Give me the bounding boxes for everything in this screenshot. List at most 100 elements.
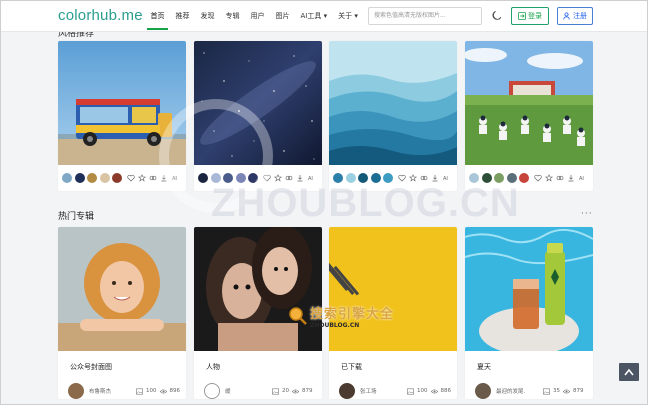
heart-icon[interactable] [397, 174, 406, 182]
recommend-card[interactable]: AI [194, 41, 322, 191]
star-icon[interactable] [273, 174, 282, 182]
color-swatch[interactable] [519, 173, 529, 183]
photo-yellow-brushes[interactable] [329, 227, 457, 351]
color-swatch[interactable] [481, 173, 492, 183]
color-swatch[interactable] [383, 173, 393, 183]
photo-blue-mountains[interactable] [329, 41, 457, 165]
nav-images[interactable]: 图片 [270, 1, 295, 32]
nav-home[interactable]: 首页 [145, 1, 170, 32]
album-card[interactable]: 夏天 最迎的发尾. 35 879 [465, 227, 593, 399]
heart-icon[interactable] [533, 174, 542, 182]
search-input[interactable]: 搜索色值高清无版权图片... [368, 7, 482, 25]
photo-summer-drinks[interactable] [465, 227, 593, 351]
ai-icon[interactable]: AI [442, 174, 450, 182]
link-icon[interactable] [149, 174, 157, 182]
color-swatch[interactable] [248, 173, 258, 183]
color-swatch[interactable] [87, 173, 97, 183]
user-plus-icon [563, 12, 570, 20]
nav-about[interactable]: 关于 ▾ [333, 1, 364, 32]
image-count: 35 [553, 388, 560, 394]
heart-icon[interactable] [262, 174, 271, 182]
album-user[interactable]: 布鲁斯杰 [89, 387, 133, 395]
album-title[interactable]: 已下载 [329, 351, 457, 377]
album-meta: 缓 20 879 [194, 377, 322, 399]
download-icon[interactable] [567, 174, 575, 182]
nav-recommend[interactable]: 推荐 [170, 1, 195, 32]
album-user[interactable]: 最迎的发尾. [496, 387, 540, 395]
star-icon[interactable] [544, 174, 553, 182]
download-icon[interactable] [296, 174, 304, 182]
login-icon [518, 12, 526, 20]
view-count: 886 [440, 388, 452, 394]
color-swatch[interactable] [112, 173, 122, 183]
back-to-top-button[interactable] [619, 363, 639, 381]
color-swatch[interactable] [494, 173, 504, 183]
photo-ice-cream-truck[interactable] [58, 41, 186, 165]
site-logo[interactable]: colorhub.me [58, 7, 143, 24]
color-swatches: AI [465, 165, 593, 191]
album-user[interactable]: 张工场 [360, 387, 404, 395]
avatar[interactable] [204, 383, 220, 399]
color-swatch[interactable] [74, 173, 85, 183]
photo-starry-sky[interactable] [194, 41, 322, 165]
color-swatch[interactable] [62, 173, 72, 183]
color-swatch[interactable] [223, 173, 233, 183]
color-swatch[interactable] [358, 173, 368, 183]
color-swatch[interactable] [210, 173, 221, 183]
color-swatch[interactable] [333, 173, 343, 183]
download-icon[interactable] [431, 174, 439, 182]
heart-icon[interactable] [126, 174, 135, 182]
color-swatch[interactable] [469, 173, 479, 183]
color-swatch[interactable] [198, 173, 208, 183]
album-title[interactable]: 夏天 [465, 351, 593, 377]
link-icon[interactable] [556, 174, 564, 182]
recommend-card[interactable]: AI [465, 41, 593, 191]
album-card[interactable]: 已下载 张工场 100 886 [329, 227, 457, 399]
album-title[interactable]: 公众号封面图 [58, 351, 186, 377]
nav-users[interactable]: 用户 [245, 1, 270, 32]
more-menu-icon[interactable]: ··· [581, 209, 593, 219]
ai-icon[interactable]: AI [578, 174, 586, 182]
photo-smiling-girl[interactable] [58, 227, 186, 351]
link-icon[interactable] [420, 174, 428, 182]
register-label: 注册 [573, 12, 587, 20]
photo-people-on-grass[interactable] [465, 41, 593, 165]
register-button[interactable]: 注册 [557, 7, 593, 25]
album-meta: 张工场 100 886 [329, 377, 457, 399]
album-user[interactable]: 缓 [225, 387, 269, 395]
ai-icon[interactable]: AI [171, 174, 179, 182]
avatar[interactable] [475, 383, 491, 399]
image-count: 100 [146, 388, 157, 394]
nav-ai-tools[interactable]: AI工具 ▾ [295, 1, 333, 32]
download-icon[interactable] [160, 174, 168, 182]
recommend-card[interactable]: AI [329, 41, 457, 191]
chevron-up-icon [624, 368, 634, 376]
login-button[interactable]: 登录 [511, 7, 549, 25]
color-swatch[interactable] [99, 173, 110, 183]
eye-icon [563, 388, 570, 394]
avatar[interactable] [339, 383, 355, 399]
star-icon[interactable] [408, 174, 417, 182]
image-count-icon [272, 388, 279, 395]
album-card[interactable]: 人物 缓 20 879 [194, 227, 322, 399]
avatar[interactable] [68, 383, 84, 399]
album-title[interactable]: 人物 [194, 351, 322, 377]
view-count: 879 [573, 388, 584, 394]
nav-albums[interactable]: 专辑 [220, 1, 245, 32]
link-icon[interactable] [285, 174, 293, 182]
album-meta: 最迎的发尾. 35 879 [465, 377, 593, 399]
star-icon[interactable] [137, 174, 146, 182]
color-swatch[interactable] [345, 173, 356, 183]
color-swatch[interactable] [370, 173, 381, 183]
image-count-icon [407, 388, 414, 395]
image-count-icon [136, 388, 143, 395]
svg-text:AI: AI [308, 176, 313, 182]
color-swatch[interactable] [506, 173, 517, 183]
nav-discover[interactable]: 发现 [195, 1, 220, 32]
color-swatch[interactable] [235, 173, 246, 183]
recommend-card[interactable]: AI [58, 41, 186, 191]
album-card[interactable]: 公众号封面图 布鲁斯杰 100 896 [58, 227, 186, 399]
ai-icon[interactable]: AI [307, 174, 315, 182]
photo-two-women[interactable] [194, 227, 322, 351]
moon-icon[interactable] [492, 10, 503, 21]
